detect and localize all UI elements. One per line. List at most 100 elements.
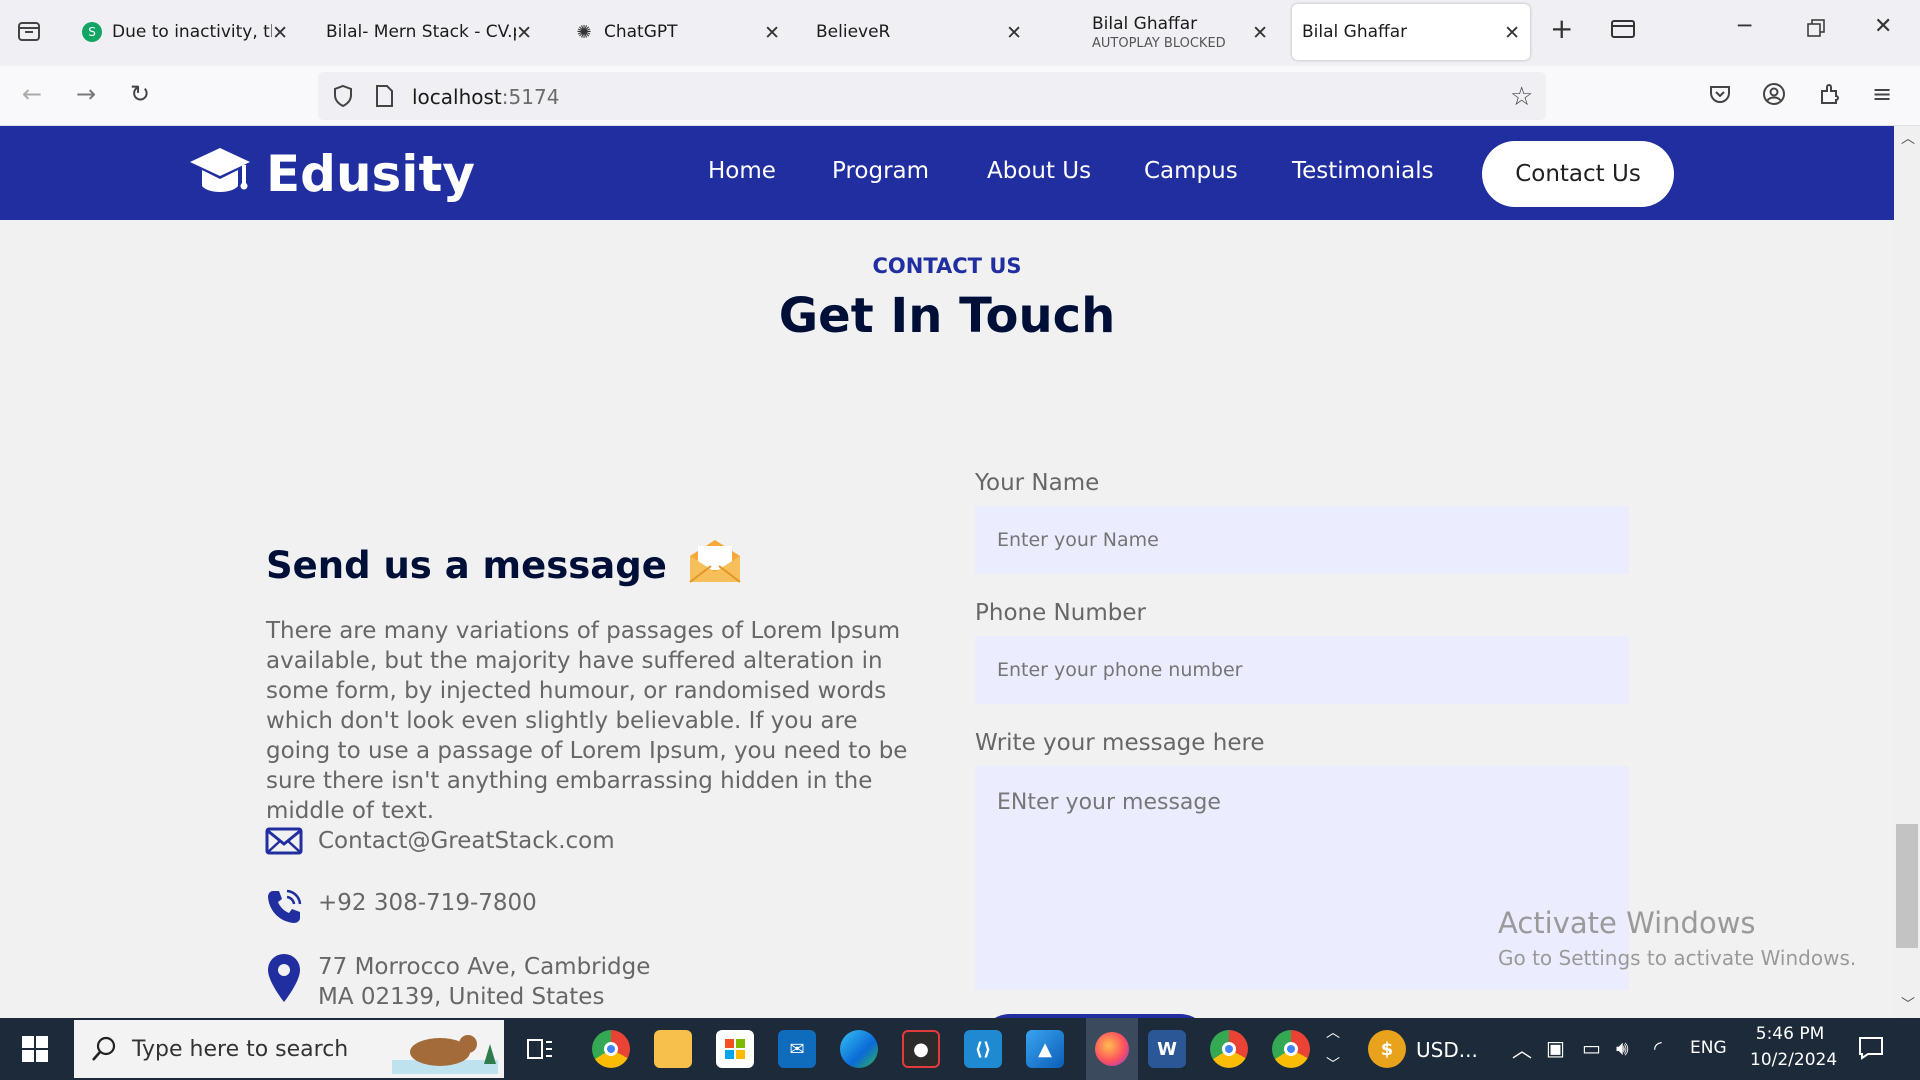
- browser-tab-bar: S Due to inactivity, the ✕ Bilal- Mern S…: [0, 0, 1920, 66]
- tray-overflow-icon[interactable]: ︿: [1512, 1034, 1532, 1063]
- section-headline: Get In Touch: [778, 288, 1116, 344]
- battery-icon[interactable]: ▭: [1582, 1036, 1601, 1060]
- chrome-profile-c-icon[interactable]: [1272, 1030, 1310, 1068]
- contact-email[interactable]: Contact@GreatStack.com: [318, 826, 615, 856]
- tab-title: Bilal- Mern Stack - CV.p: [326, 22, 516, 42]
- address-line-1: 77 Morrocco Ave, Cambridge: [318, 954, 651, 980]
- volume-icon[interactable]: 🔊︎: [1616, 1036, 1629, 1060]
- menu-icon[interactable]: ≡: [1872, 80, 1892, 108]
- minimize-icon[interactable]: ─: [1738, 14, 1751, 39]
- address-bar[interactable]: localhost:5174 ☆: [318, 72, 1546, 120]
- close-icon[interactable]: ✕: [1504, 22, 1520, 44]
- edge-icon[interactable]: [840, 1030, 878, 1068]
- close-icon[interactable]: ✕: [272, 22, 288, 44]
- chrome-profile-b-icon[interactable]: [1210, 1030, 1248, 1068]
- photos-app-icon[interactable]: ▲: [1026, 1030, 1064, 1068]
- taskbar-scroll-down-icon[interactable]: ﹀: [1326, 1054, 1340, 1074]
- nav-testimonials[interactable]: Testimonials: [1292, 158, 1434, 184]
- nav-campus[interactable]: Campus: [1144, 158, 1238, 184]
- bookmark-star-icon[interactable]: ☆: [1510, 82, 1533, 112]
- tab-chatgpt[interactable]: ✺ ChatGPT ✕: [564, 4, 790, 60]
- clock-date: 10/2/2024: [1750, 1050, 1838, 1070]
- brand-name: Edusity: [266, 145, 475, 203]
- phone-input[interactable]: [975, 636, 1629, 704]
- extensions-icon[interactable]: [1818, 82, 1842, 112]
- close-icon[interactable]: ✕: [1252, 22, 1268, 44]
- nav-home[interactable]: Home: [708, 158, 776, 184]
- taskbar-scroll-up-icon[interactable]: ︿: [1326, 1022, 1340, 1042]
- forward-icon[interactable]: →: [76, 80, 96, 108]
- search-icon: [90, 1035, 118, 1069]
- task-view-icon[interactable]: [526, 1036, 554, 1066]
- nav-about-us[interactable]: About Us: [987, 158, 1091, 184]
- taskbar-search[interactable]: Type here to search: [74, 1020, 504, 1078]
- s-logo-icon: S: [82, 22, 102, 42]
- name-input[interactable]: [975, 506, 1629, 574]
- clock-time: 5:46 PM: [1755, 1024, 1825, 1044]
- wifi-icon[interactable]: ◜: [1654, 1036, 1662, 1060]
- phone-icon: [264, 888, 304, 926]
- send-message-heading: Send us a message: [266, 544, 667, 587]
- pocket-icon[interactable]: [1708, 82, 1732, 112]
- tab-title: Bilal Ghaffar: [1302, 22, 1408, 42]
- page-info-icon[interactable]: [374, 84, 394, 112]
- activate-windows-watermark: Activate Windows Go to Settings to activ…: [1498, 906, 1856, 970]
- back-icon[interactable]: ←: [22, 80, 42, 108]
- send-message-title: Send us a message: [266, 538, 743, 593]
- windows-taskbar: Type here to search ✉ ● ⟨⟩ ▲ W ︿ ﹀ $ USD…: [0, 1018, 1920, 1080]
- new-tab-icon[interactable]: +: [1550, 12, 1573, 45]
- tab-cv[interactable]: Bilal- Mern Stack - CV.p ✕: [316, 4, 542, 60]
- word-icon[interactable]: W: [1148, 1030, 1186, 1068]
- file-explorer-icon[interactable]: [654, 1030, 692, 1068]
- windows-start-icon[interactable]: [22, 1036, 48, 1066]
- tab-believer[interactable]: BelieveR ✕: [806, 4, 1032, 60]
- search-placeholder: Type here to search: [132, 1036, 349, 1062]
- meet-now-icon[interactable]: ▣: [1546, 1036, 1565, 1060]
- reload-icon[interactable]: ↻: [130, 80, 150, 108]
- tab-overview-icon[interactable]: [16, 18, 42, 50]
- url-text[interactable]: localhost:5174: [412, 85, 559, 109]
- phone-label: Phone Number: [975, 600, 1146, 626]
- language-indicator[interactable]: ENG: [1690, 1038, 1727, 1058]
- scroll-up-icon[interactable]: ︿: [1901, 128, 1915, 148]
- watermark-line-1: Activate Windows: [1498, 906, 1756, 940]
- url-port: :5174: [501, 85, 560, 109]
- close-window-icon[interactable]: ✕: [1874, 14, 1892, 39]
- watermark-line-2: Go to Settings to activate Windows.: [1498, 946, 1857, 970]
- close-icon[interactable]: ✕: [764, 22, 780, 44]
- tab-title: Due to inactivity, the: [112, 22, 272, 42]
- tab-title: ChatGPT: [604, 22, 678, 42]
- tab-inactivity[interactable]: S Due to inactivity, the ✕: [72, 4, 298, 60]
- chatgpt-icon: ✺: [576, 21, 592, 43]
- site-logo[interactable]: Edusity: [188, 144, 475, 204]
- close-icon[interactable]: ✕: [1006, 22, 1022, 44]
- screen-recorder-icon[interactable]: ●: [902, 1030, 940, 1068]
- clock[interactable]: 5:46 PM 10/2/2024: [1750, 1024, 1838, 1070]
- scroll-down-icon[interactable]: ﹀: [1901, 994, 1915, 1014]
- firefox-taskbar-button[interactable]: [1086, 1018, 1138, 1080]
- contact-paragraph: There are many variations of passages of…: [266, 618, 908, 824]
- account-icon[interactable]: [1762, 82, 1786, 112]
- restore-icon[interactable]: [1806, 18, 1826, 44]
- contact-email-row: Contact@GreatStack.com: [264, 826, 615, 856]
- microsoft-store-icon[interactable]: [716, 1030, 754, 1068]
- currency-widget-text[interactable]: USD...: [1416, 1038, 1478, 1062]
- tab-bilal-active[interactable]: Bilal Ghaffar ✕: [1292, 4, 1530, 60]
- scroll-thumb[interactable]: [1896, 824, 1918, 948]
- nav-program[interactable]: Program: [832, 158, 929, 184]
- chrome-icon[interactable]: [592, 1030, 630, 1068]
- address-line-2: MA 02139, United States: [318, 984, 605, 1010]
- notifications-icon[interactable]: [1858, 1036, 1884, 1064]
- close-icon[interactable]: ✕: [516, 22, 532, 44]
- contact-phone[interactable]: +92 308-719-7800: [318, 888, 537, 918]
- mail-app-icon[interactable]: ✉: [778, 1030, 816, 1068]
- mail-icon: [264, 826, 304, 856]
- window-list-icon[interactable]: [1610, 18, 1636, 46]
- shield-icon[interactable]: [332, 84, 354, 112]
- tab-title: BelieveR: [816, 22, 891, 42]
- page-viewport: Edusity Home Program About Us Campus Tes…: [0, 126, 1894, 1018]
- vscode-icon[interactable]: ⟨⟩: [964, 1030, 1002, 1068]
- currency-widget-icon[interactable]: $: [1368, 1030, 1406, 1068]
- tab-bilal-autoplay[interactable]: Bilal Ghaffar AUTOPLAY BLOCKED ✕: [1082, 4, 1278, 60]
- contact-us-button[interactable]: Contact Us: [1482, 141, 1674, 207]
